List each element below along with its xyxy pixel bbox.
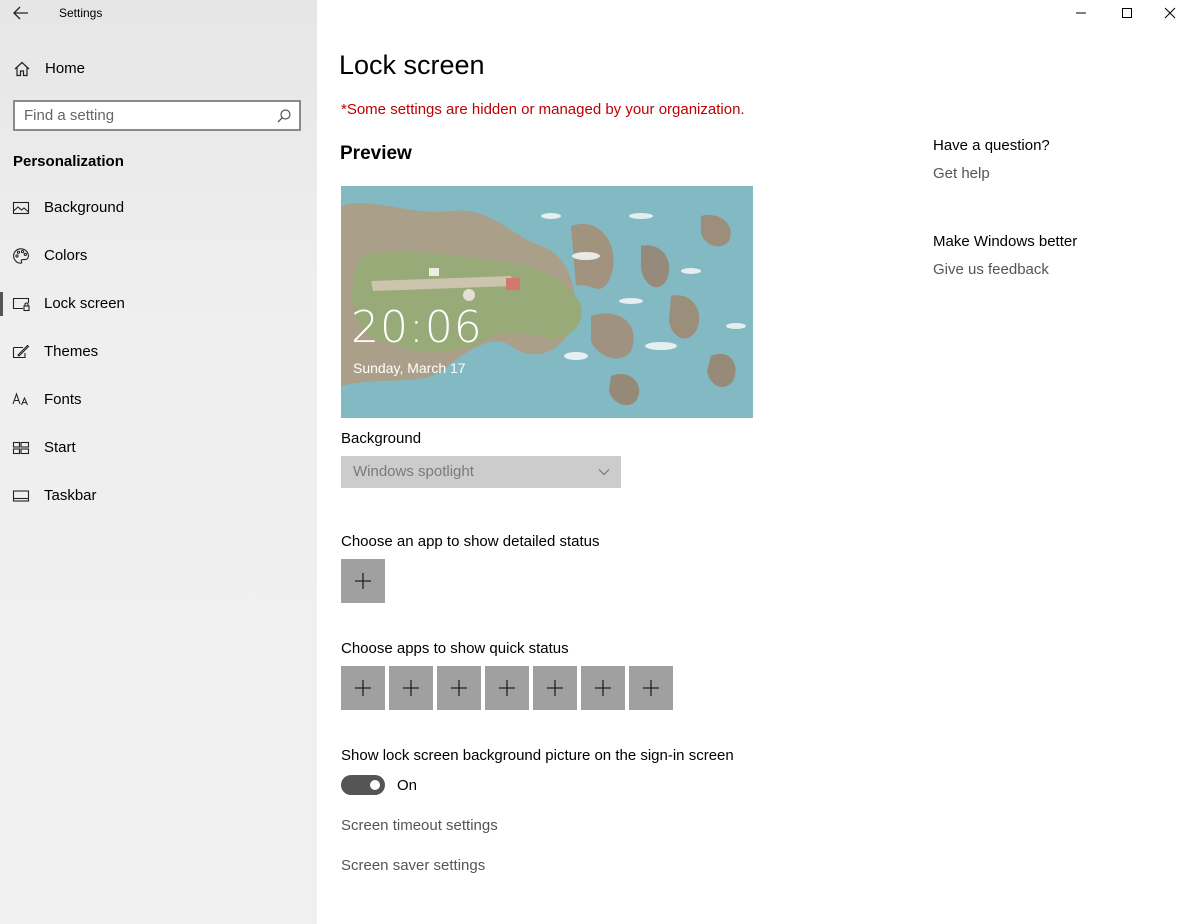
- sidebar-item-home[interactable]: Home: [0, 52, 317, 86]
- background-dropdown-value: Windows spotlight: [353, 463, 474, 480]
- search-field[interactable]: [13, 100, 301, 131]
- page-title: Lock screen: [339, 50, 485, 80]
- palette-icon: [13, 248, 29, 264]
- quick-status-add-button[interactable]: [533, 666, 577, 710]
- sidebar-item-lock-screen[interactable]: Lock screen: [0, 284, 317, 324]
- quick-status-add-button[interactable]: [581, 666, 625, 710]
- close-icon: [1164, 7, 1176, 19]
- detailed-status-label: Choose an app to show detailed status: [341, 533, 600, 550]
- detailed-status-add-button[interactable]: [341, 559, 385, 603]
- preview-heading: Preview: [340, 143, 412, 164]
- search-icon[interactable]: [276, 108, 292, 124]
- preview-date: Sunday, March 17: [353, 360, 466, 376]
- minimize-button[interactable]: [1058, 0, 1104, 26]
- taskbar-icon: [12, 490, 30, 502]
- quick-status-label: Choose apps to show quick status: [341, 640, 569, 657]
- signin-background-label: Show lock screen background picture on t…: [341, 747, 734, 764]
- toggle-state-label: On: [397, 777, 418, 794]
- plus-icon: [355, 680, 371, 696]
- back-button[interactable]: [8, 2, 34, 24]
- start-icon: [12, 441, 30, 455]
- plus-icon: [451, 680, 467, 696]
- preview-clock: 20:06: [351, 302, 483, 353]
- screen-timeout-link[interactable]: Screen timeout settings: [341, 817, 498, 834]
- search-input[interactable]: [24, 106, 274, 125]
- feedback-heading: Make Windows better: [933, 233, 1078, 250]
- picture-icon: [12, 201, 30, 215]
- quick-status-add-button[interactable]: [437, 666, 481, 710]
- minimize-icon: [1076, 12, 1086, 14]
- background-dropdown[interactable]: Windows spotlight: [341, 456, 621, 488]
- close-button[interactable]: [1147, 0, 1193, 26]
- plus-icon: [643, 680, 659, 696]
- sidebar-item-taskbar[interactable]: Taskbar: [0, 476, 317, 516]
- question-heading: Have a question?: [933, 137, 1050, 154]
- signin-background-toggle[interactable]: [341, 775, 385, 795]
- managed-warning: *Some settings are hidden or managed by …: [341, 101, 745, 118]
- sidebar-item-label: Lock screen: [44, 295, 125, 312]
- lock-screen-preview: 20:06 Sunday, March 17: [341, 186, 753, 418]
- quick-status-add-button[interactable]: [341, 666, 385, 710]
- chevron-down-icon: [598, 469, 610, 476]
- sidebar-item-label: Colors: [44, 247, 88, 264]
- sidebar-item-colors[interactable]: Colors: [0, 236, 317, 276]
- quick-status-add-button[interactable]: [389, 666, 433, 710]
- maximize-icon: [1122, 8, 1132, 18]
- font-icon: [12, 392, 28, 406]
- plus-icon: [403, 680, 419, 696]
- sidebar-item-label: Fonts: [44, 391, 82, 408]
- toggle-knob: [370, 780, 380, 790]
- sidebar-item-start[interactable]: Start: [0, 428, 317, 468]
- plus-icon: [547, 680, 563, 696]
- home-label: Home: [45, 60, 86, 77]
- maximize-button[interactable]: [1104, 0, 1150, 26]
- plus-icon: [595, 680, 611, 696]
- brush-icon: [12, 344, 30, 359]
- sidebar-item-themes[interactable]: Themes: [0, 332, 317, 372]
- section-title: Personalization: [13, 153, 124, 170]
- screen-saver-link[interactable]: Screen saver settings: [341, 857, 485, 874]
- give-feedback-link[interactable]: Give us feedback: [933, 261, 1049, 278]
- sidebar: Settings Home Personalization Background…: [0, 0, 317, 924]
- sidebar-item-background[interactable]: Background: [0, 188, 317, 228]
- titlebar: Settings: [0, 0, 317, 26]
- sidebar-item-label: Background: [44, 199, 125, 216]
- plus-icon: [355, 573, 371, 589]
- get-help-link[interactable]: Get help: [933, 165, 990, 182]
- app-title: Settings: [59, 6, 103, 20]
- back-arrow-icon: [13, 6, 28, 20]
- lock-screen-icon: [12, 297, 30, 312]
- quick-status-add-button[interactable]: [485, 666, 529, 710]
- sidebar-item-fonts[interactable]: Fonts: [0, 380, 317, 420]
- sidebar-item-label: Start: [44, 439, 76, 456]
- sidebar-item-label: Themes: [44, 343, 99, 360]
- quick-status-add-button[interactable]: [629, 666, 673, 710]
- background-label: Background: [341, 430, 422, 447]
- plus-icon: [499, 680, 515, 696]
- sidebar-item-label: Taskbar: [44, 487, 97, 504]
- home-icon: [14, 61, 30, 77]
